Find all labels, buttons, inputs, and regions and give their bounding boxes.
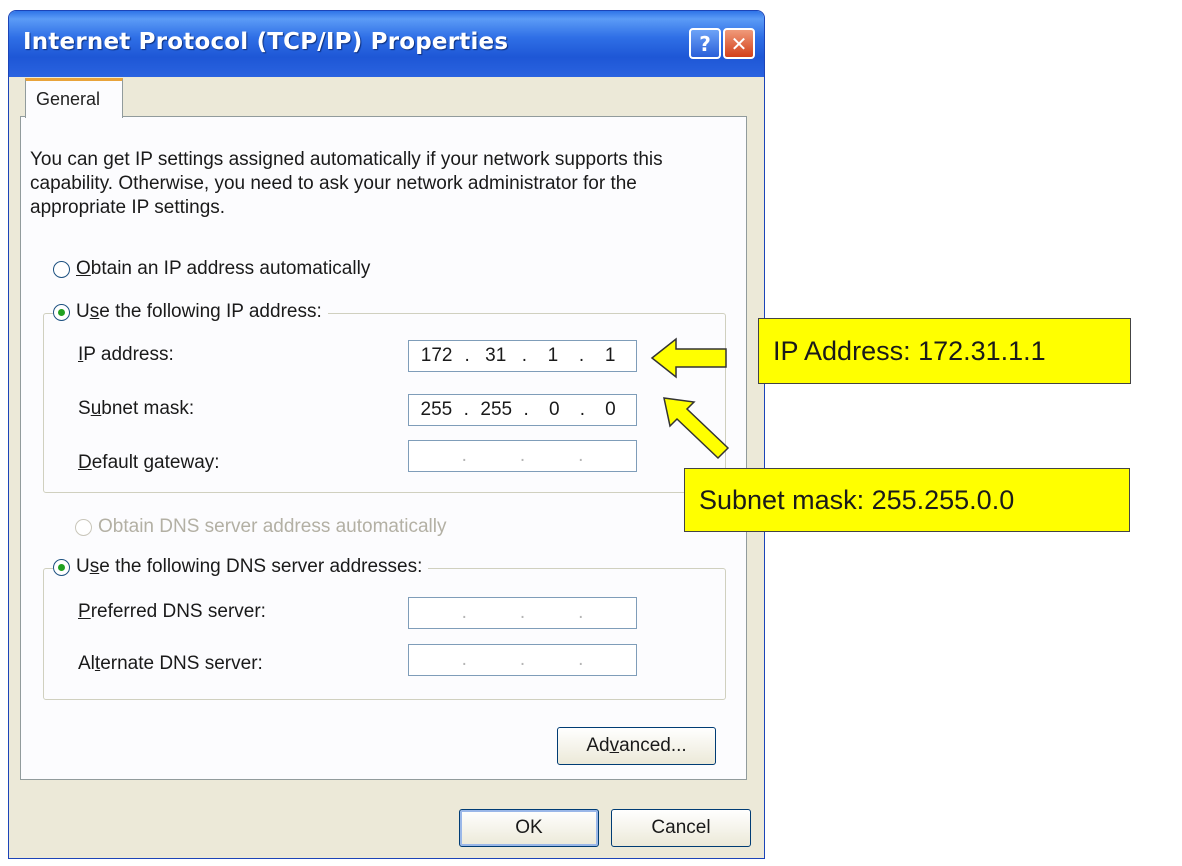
ip-address-label: IP address: <box>78 344 174 365</box>
alternate-dns-label: Alternate DNS server: <box>78 653 263 674</box>
radio-use-following-dns[interactable]: Use the following DNS server addresses: <box>53 556 429 578</box>
radio-obtain-ip-auto-dot[interactable] <box>53 260 70 278</box>
tab-general-label: General <box>36 89 101 109</box>
default-gateway-label: Default gateway: <box>78 452 220 473</box>
subnet-mask-label: Subnet mask: <box>78 398 195 419</box>
subnet-mask-field[interactable]: 255. 255. 0. 0 <box>408 394 637 426</box>
subnet-mask-callout: Subnet mask: 255.255.0.0 <box>684 468 1130 532</box>
radio-use-following-ip[interactable]: Use the following IP address: <box>53 301 328 323</box>
default-gateway-field[interactable]: ... <box>408 440 637 472</box>
radio-obtain-ip-auto[interactable]: Obtain an IP address automatically <box>53 258 370 280</box>
radio-use-following-dns-label: Use the following DNS server addresses: <box>76 556 423 577</box>
radio-use-following-ip-dot[interactable] <box>53 303 70 321</box>
advanced-button-label: Advanced... <box>586 735 687 756</box>
ok-button[interactable]: OK <box>459 809 599 847</box>
radio-obtain-dns-auto: Obtain DNS server address automatically <box>75 516 446 538</box>
dns-group <box>43 568 726 700</box>
ip-address-callout: IP Address: 172.31.1.1 <box>758 318 1131 384</box>
window-title: Internet Protocol (TCP/IP) Properties <box>23 29 509 55</box>
preferred-dns-label: Preferred DNS server: <box>78 601 266 622</box>
preferred-dns-field[interactable]: ... <box>408 597 637 629</box>
advanced-button[interactable]: Advanced... <box>557 727 716 765</box>
help-button[interactable]: ? <box>689 28 721 59</box>
radio-obtain-ip-auto-label: Obtain an IP address automatically <box>76 258 371 279</box>
radio-obtain-dns-auto-label: Obtain DNS server address automatically <box>98 516 447 537</box>
description-text: You can get IP settings assigned automat… <box>30 149 663 218</box>
title-bar[interactable]: Internet Protocol (TCP/IP) Properties ? … <box>9 11 764 77</box>
close-button[interactable]: ✕ <box>723 28 755 59</box>
radio-use-following-dns-dot[interactable] <box>53 558 70 576</box>
close-icon: ✕ <box>730 31 748 56</box>
help-icon: ? <box>699 31 711 56</box>
arrow-to-ip-icon <box>650 337 727 379</box>
cancel-button[interactable]: Cancel <box>611 809 751 847</box>
radio-use-following-ip-label: Use the following IP address: <box>76 301 322 322</box>
arrow-to-subnet-icon <box>663 397 730 460</box>
radio-obtain-dns-auto-dot <box>75 518 92 536</box>
tab-general[interactable]: General <box>25 78 123 118</box>
alternate-dns-field[interactable]: ... <box>408 644 637 676</box>
ip-address-field[interactable]: 172. 31. 1. 1 <box>408 340 637 372</box>
